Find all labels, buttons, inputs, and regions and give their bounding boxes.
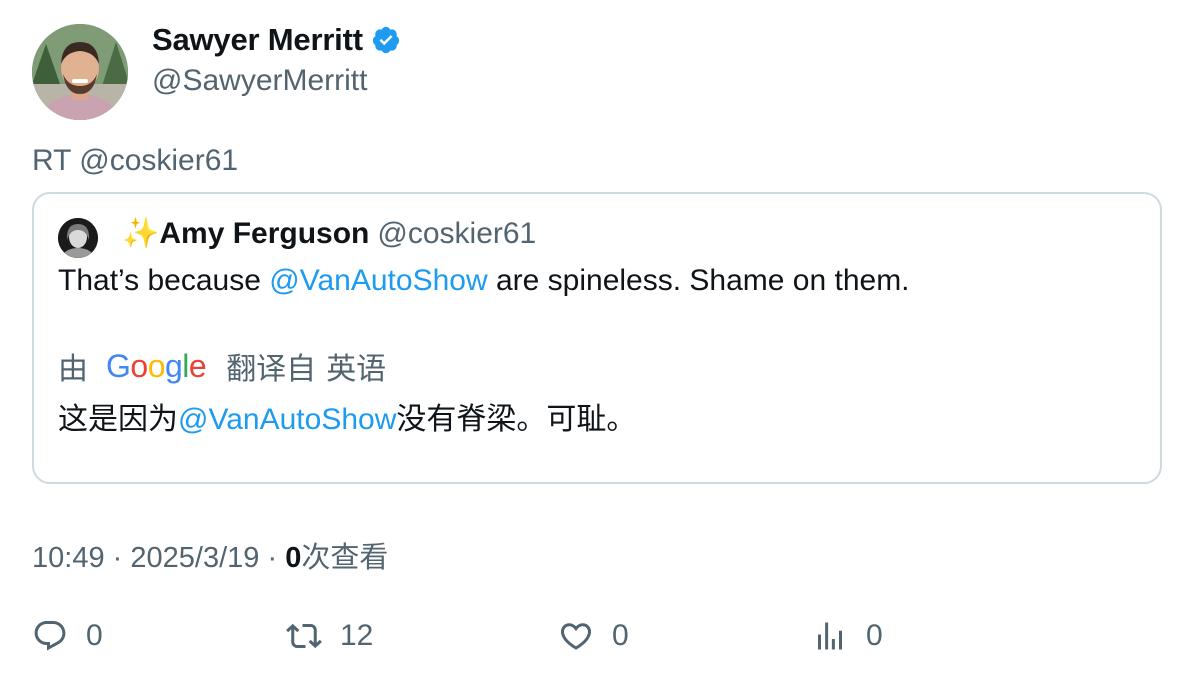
views-count: 0 (866, 619, 883, 652)
author-avatar[interactable] (32, 24, 128, 120)
quoted-author-handle[interactable]: @coskier61 (377, 217, 536, 251)
quoted-tweet-card[interactable]: ✨Amy Ferguson @coskier61 That’s because … (32, 192, 1162, 484)
quoted-header: ✨Amy Ferguson @coskier61 (122, 216, 536, 251)
translated-by-label: 由 (58, 353, 88, 386)
quoted-author-avatar[interactable] (58, 218, 98, 258)
tweet-meta: 10:49 · 2025/3/19 · 0次查看 (32, 534, 388, 576)
views-button[interactable]: 0 (812, 618, 883, 654)
retweet-count: 12 (340, 619, 374, 652)
translated-mention-link[interactable]: @VanAutoShow (178, 403, 396, 436)
meta-views-count: 0 (285, 542, 302, 574)
bar-chart-icon (812, 618, 848, 654)
translation-attribution: 由 Google 翻译自 英语 (58, 344, 386, 388)
translated-tweet-text: 这是因为@VanAutoShow没有脊梁。可耻。 (58, 394, 636, 438)
translated-from-label: 翻译自 (226, 353, 317, 386)
quoted-tweet-text: That’s because @VanAutoShow are spineles… (58, 264, 910, 298)
retweet-icon (286, 618, 322, 654)
author-handle[interactable]: @SawyerMerritt (152, 64, 367, 98)
tweet-time[interactable]: 10:49 (32, 542, 105, 574)
reply-button[interactable]: 0 (32, 618, 103, 654)
retweet-button[interactable]: 12 (286, 618, 373, 654)
quoted-text-after: are spineless. Shame on them. (487, 264, 910, 297)
reply-count: 0 (86, 619, 103, 652)
action-bar: 0 12 0 0 (32, 618, 1162, 662)
retweet-line: RT @coskier61 (32, 144, 239, 177)
author-name-row: Sawyer Merritt (152, 22, 401, 58)
translated-text-before: 这是因为 (58, 403, 178, 436)
quoted-author-name[interactable]: ✨Amy Ferguson (122, 216, 369, 251)
quoted-text-before: That’s because (58, 264, 270, 297)
tweet-date[interactable]: 2025/3/19 (130, 542, 259, 574)
source-language-label: 英语 (326, 353, 387, 386)
verified-badge-icon (371, 25, 401, 55)
like-count: 0 (612, 619, 629, 652)
meta-separator: · (267, 542, 278, 574)
tweet: Sawyer Merritt @SawyerMerritt RT @coskie… (0, 0, 1196, 686)
heart-icon (558, 618, 594, 654)
author-name[interactable]: Sawyer Merritt (152, 22, 363, 58)
translated-text-after: 没有脊梁。可耻。 (396, 403, 637, 436)
quoted-mention-link[interactable]: @VanAutoShow (269, 264, 487, 297)
meta-views-label: 次查看 (301, 542, 389, 574)
meta-separator: · (112, 542, 123, 574)
reply-icon (32, 618, 68, 654)
google-logo[interactable]: Google (106, 348, 207, 385)
like-button[interactable]: 0 (558, 618, 629, 654)
